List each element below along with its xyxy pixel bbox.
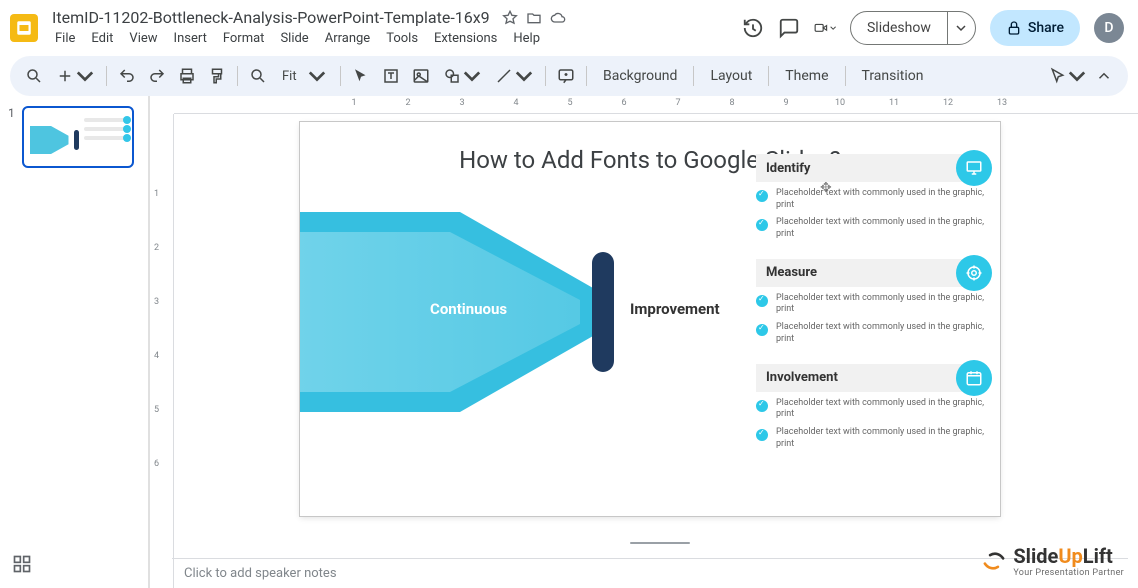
slideshow-button[interactable]: Slideshow (851, 12, 947, 44)
account-avatar[interactable]: D (1094, 13, 1124, 43)
select-tool-icon[interactable] (347, 62, 375, 90)
thumbnail-number: 1 (8, 106, 18, 168)
menu-format[interactable]: Format (216, 28, 272, 49)
menu-arrange[interactable]: Arrange (318, 28, 377, 49)
section-involvement[interactable]: Involvement Placeholder text with common… (756, 364, 986, 451)
print-button[interactable] (173, 62, 201, 90)
bullet-text[interactable]: Placeholder text with commonly used in t… (776, 398, 986, 421)
share-label: Share (1028, 20, 1064, 36)
comments-icon[interactable] (778, 17, 800, 39)
zoom-tool-icon[interactable] (244, 62, 272, 90)
line-tool-icon[interactable] (489, 62, 539, 90)
bullet-text[interactable]: Placeholder text with commonly used in t… (776, 293, 986, 316)
zoom-value: Fit (282, 69, 297, 84)
star-icon[interactable] (502, 10, 518, 26)
menu-insert[interactable]: Insert (167, 28, 214, 49)
label-improvement[interactable]: Improvement (630, 300, 720, 318)
filmstrip[interactable]: 1 (0, 96, 150, 588)
target-icon (956, 255, 992, 291)
move-icon[interactable] (526, 10, 542, 26)
label-continuous[interactable]: Continuous (430, 300, 507, 318)
meet-icon[interactable] (814, 17, 836, 39)
ruler-vertical: 1 2 3 4 5 6 (150, 114, 174, 588)
check-icon (756, 190, 768, 202)
doc-title[interactable]: ItemID-11202-Bottleneck-Analysis-PowerPo… (48, 7, 494, 28)
check-icon (756, 219, 768, 231)
notes-resize-handle[interactable] (630, 542, 690, 544)
titlebar: ItemID-11202-Bottleneck-Analysis-PowerPo… (0, 0, 1138, 52)
hide-menus-icon[interactable] (1090, 62, 1118, 90)
workspace: 1 1 2 3 4 5 6 7 8 9 10 11 12 (0, 96, 1138, 588)
watermark-logo-icon (981, 548, 1007, 574)
section-heading: Measure (766, 265, 817, 280)
redo-button[interactable] (143, 62, 171, 90)
menu-help[interactable]: Help (506, 28, 547, 49)
monitor-icon (956, 150, 992, 186)
history-icon[interactable] (742, 17, 764, 39)
slides-logo-icon[interactable] (10, 14, 38, 42)
new-slide-button[interactable] (50, 62, 100, 90)
background-button[interactable]: Background (593, 68, 687, 84)
check-icon (756, 324, 768, 336)
transition-button[interactable]: Transition (852, 68, 934, 84)
section-heading: Identify (766, 161, 810, 176)
menu-edit[interactable]: Edit (84, 28, 120, 49)
section-identify[interactable]: Identify Placeholder text with commonly … (756, 154, 986, 241)
menu-extensions[interactable]: Extensions (427, 28, 504, 49)
bullet-text[interactable]: Placeholder text with commonly used in t… (776, 427, 986, 450)
bullet-text[interactable]: Placeholder text with commonly used in t… (776, 322, 986, 345)
zoom-select[interactable]: Fit (274, 62, 334, 90)
shape-tool-icon[interactable] (437, 62, 487, 90)
menubar: File Edit View Insert Format Slide Arran… (48, 28, 732, 49)
doc-meta: ItemID-11202-Bottleneck-Analysis-PowerPo… (48, 7, 732, 49)
watermark: SlideUpLift Your Presentation Partner (981, 544, 1124, 578)
bottleneck-shape[interactable] (592, 252, 614, 372)
cloud-status-icon[interactable] (550, 10, 566, 26)
slideshow-dropdown[interactable] (947, 12, 975, 44)
ruler-horizontal: 1 2 3 4 5 6 7 8 9 10 11 12 13 (174, 96, 1138, 114)
menu-file[interactable]: File (48, 28, 82, 49)
notes-placeholder: Click to add speaker notes (184, 566, 337, 581)
title-actions: Slideshow Share D (742, 10, 1128, 46)
menu-slide[interactable]: Slide (273, 28, 315, 49)
thumbnail-preview[interactable] (22, 106, 134, 168)
image-tool-icon[interactable] (407, 62, 435, 90)
share-button[interactable]: Share (990, 10, 1080, 46)
calendar-icon (956, 360, 992, 396)
undo-button[interactable] (113, 62, 141, 90)
check-icon (756, 429, 768, 441)
toolbar: Fit Background Layout Theme Transition (10, 56, 1128, 96)
canvas-area[interactable]: 1 2 3 4 5 6 7 8 9 10 11 12 13 1 2 3 4 5 … (150, 96, 1138, 588)
slideshow-split-button: Slideshow (850, 11, 976, 45)
bullet-text[interactable]: Placeholder text with commonly used in t… (776, 188, 986, 211)
slide-canvas[interactable]: How to Add Fonts to Google Slides? ✥ Con… (300, 122, 1000, 516)
editing-mode-icon[interactable] (1050, 62, 1086, 90)
check-icon (756, 295, 768, 307)
textbox-tool-icon[interactable] (377, 62, 405, 90)
thumbnail-1[interactable]: 1 (8, 106, 140, 168)
side-sections: Identify Placeholder text with commonly … (756, 154, 986, 450)
section-heading: Involvement (766, 370, 838, 385)
paint-format-button[interactable] (203, 62, 231, 90)
menu-tools[interactable]: Tools (379, 28, 425, 49)
bullet-text[interactable]: Placeholder text with commonly used in t… (776, 217, 986, 240)
comment-tool-icon[interactable] (552, 62, 580, 90)
search-menus-icon[interactable] (20, 62, 48, 90)
menu-view[interactable]: View (122, 28, 164, 49)
grid-view-icon[interactable] (12, 554, 32, 574)
check-icon (756, 400, 768, 412)
theme-button[interactable]: Theme (775, 68, 838, 84)
layout-button[interactable]: Layout (700, 68, 762, 84)
section-measure[interactable]: Measure Placeholder text with commonly u… (756, 259, 986, 346)
